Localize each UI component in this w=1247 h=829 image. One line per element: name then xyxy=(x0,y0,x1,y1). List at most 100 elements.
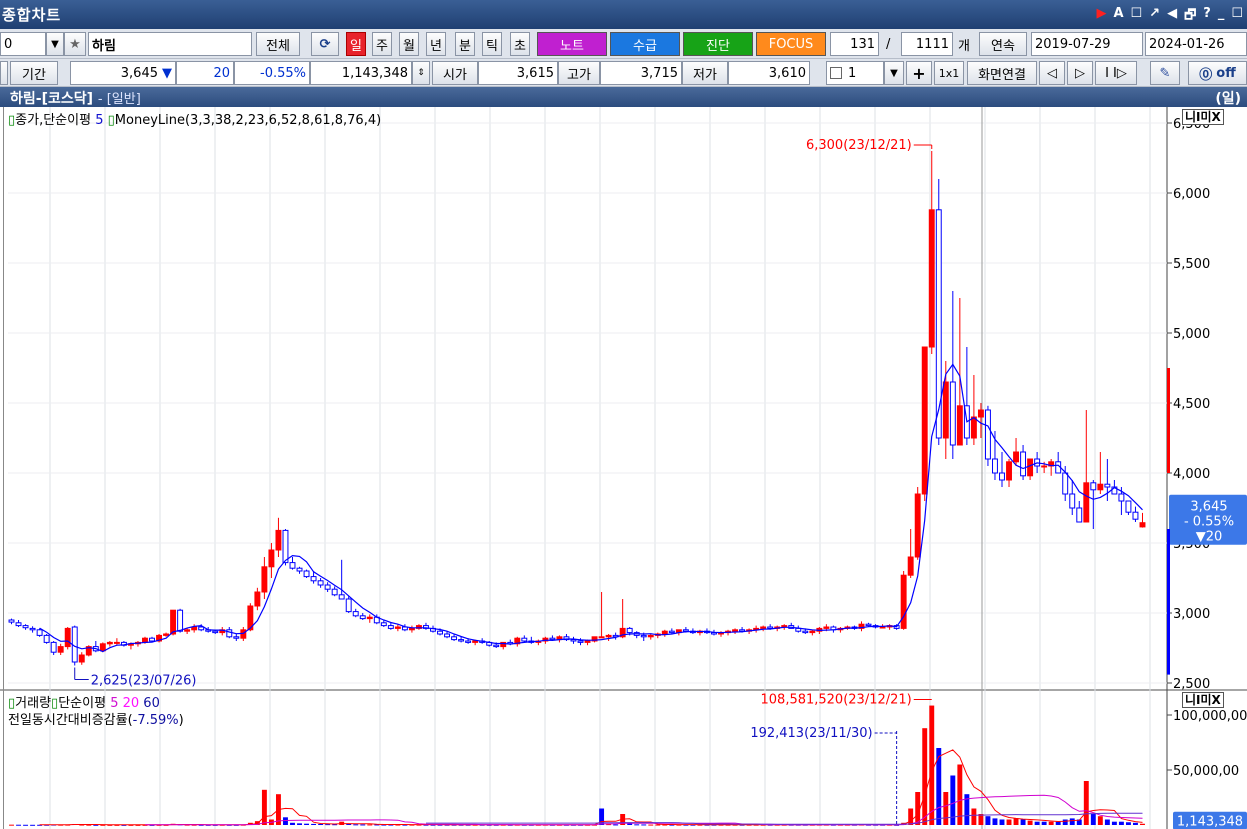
volume-bar xyxy=(908,808,914,825)
spin-icon[interactable]: ⇕ xyxy=(412,61,430,85)
candle-body xyxy=(458,639,465,642)
period-month-button[interactable]: 월 xyxy=(399,32,419,56)
price-tick-label: 4,000 xyxy=(1173,467,1210,482)
candle-body xyxy=(254,591,261,607)
maximize-icon[interactable]: ☐ xyxy=(1231,6,1243,28)
count-current-input[interactable]: 131 xyxy=(830,32,879,56)
volume-bar xyxy=(1069,818,1075,825)
candle-body xyxy=(598,636,605,639)
candle-body xyxy=(22,625,29,629)
high-value: 3,715 xyxy=(600,61,682,85)
note-button[interactable]: 노트 xyxy=(537,32,607,56)
focus-button[interactable]: FOCUS xyxy=(756,32,826,56)
zoom-checkbox[interactable] xyxy=(830,67,842,79)
ratio-button[interactable]: 1x1 xyxy=(934,61,964,85)
font-icon[interactable]: A xyxy=(1113,6,1123,28)
play-icon[interactable]: ▶ xyxy=(1096,6,1106,28)
candle-body xyxy=(549,637,556,641)
refresh-icon[interactable]: ⟳ xyxy=(311,32,339,56)
period-day-button[interactable]: 일 xyxy=(346,32,366,56)
next-button[interactable]: ▷ xyxy=(1067,61,1093,85)
period-second-button[interactable]: 초 xyxy=(510,32,530,56)
date-from-input[interactable]: 2019-07-29 xyxy=(1031,32,1143,56)
candle-body xyxy=(149,637,155,642)
volume-bar xyxy=(929,705,935,825)
count-separator: / xyxy=(886,36,891,52)
candle-body xyxy=(907,556,914,576)
current-price-tag-change: ▼20 xyxy=(1196,530,1223,545)
minimize-icon[interactable]: _ xyxy=(1218,6,1225,28)
code-dropdown-icon[interactable]: ▼ xyxy=(46,32,64,56)
low-price-annotation: 2,625(23/07/26) xyxy=(91,674,197,689)
favorite-star-icon[interactable]: ★ xyxy=(64,32,86,56)
candle-body xyxy=(984,409,991,460)
stock-name-input[interactable]: 하림 xyxy=(88,32,252,56)
panel-stock-name: 하림-[코스닥] xyxy=(10,91,94,107)
volume-change-label: 전일동시간대비증감률( xyxy=(8,713,133,728)
candle-body xyxy=(444,633,451,638)
volume-bar xyxy=(613,824,619,826)
volume-corner-buttons[interactable]: 니Ⅰ미Ⅹ xyxy=(1182,692,1224,708)
window-icon[interactable]: ☐ xyxy=(1131,6,1143,28)
zoom-dropdown-icon[interactable]: ▼ xyxy=(884,61,904,85)
continuous-button[interactable]: 연속 xyxy=(979,32,1027,56)
down-arrow-icon: ▼ xyxy=(162,65,172,81)
candle-body xyxy=(1076,507,1083,523)
candle-body xyxy=(493,644,500,648)
volume-bar xyxy=(922,728,928,825)
volume-bar xyxy=(360,824,366,826)
price-value: 3,645 xyxy=(120,65,158,81)
crosshair-icon[interactable]: + xyxy=(906,61,932,85)
volume-bar xyxy=(318,824,324,826)
all-button[interactable]: 전체 xyxy=(256,32,300,56)
price-corner-buttons[interactable]: 니Ⅰ미Ⅹ xyxy=(1182,109,1224,125)
left-edge-button[interactable] xyxy=(0,61,8,85)
candle-body xyxy=(296,567,303,572)
off-button[interactable]: ⓪ off xyxy=(1188,61,1247,85)
candle-body xyxy=(1027,458,1034,477)
moneyline-legend-label: MoneyLine(3,3,38,2,23,6,52,8,61,8,76,4) xyxy=(114,113,382,128)
period-year-button[interactable]: 년 xyxy=(426,32,446,56)
code-input[interactable]: 0 xyxy=(0,32,46,56)
candle-body xyxy=(331,588,338,596)
candle-body xyxy=(640,634,647,638)
volume-bar xyxy=(943,792,949,825)
volume-bar xyxy=(1140,823,1145,825)
volume-bar xyxy=(30,824,36,826)
legend-marker-icon: ▯ xyxy=(107,113,115,128)
end-button[interactable]: I I▷ xyxy=(1095,61,1137,85)
prev-button[interactable]: ◁ xyxy=(1039,61,1065,85)
zoom-select[interactable]: 1 xyxy=(826,61,884,85)
screen-link-button[interactable]: 화면연결 xyxy=(967,61,1037,85)
period-minute-button[interactable]: 분 xyxy=(455,32,475,56)
chart-canvas[interactable]: 2,5003,0003,5004,0004,5005,0005,5006,000… xyxy=(0,107,1247,829)
candle-body xyxy=(1069,493,1076,509)
help-icon[interactable]: ? xyxy=(1203,6,1211,28)
pen-icon[interactable]: ✎ xyxy=(1150,61,1180,85)
candle-body xyxy=(380,622,387,627)
volume-bar xyxy=(999,819,1005,825)
period-range-button[interactable]: 기간 xyxy=(10,61,58,85)
price-field: 3,645 ▼ xyxy=(70,61,176,85)
back-icon[interactable]: ◀ xyxy=(1167,6,1177,28)
panel-unit: (일) xyxy=(1215,91,1241,107)
restore-icon[interactable]: 🗗 xyxy=(1184,6,1196,28)
date-to-input[interactable]: 2024-01-26 xyxy=(1145,32,1247,56)
high-price-annotation: 6,300(23/12/21) xyxy=(806,138,912,153)
volume-change-legend: 전일동시간대비증감률(-7.59%) xyxy=(8,709,184,728)
candle-body xyxy=(387,625,394,629)
change-value: 20 xyxy=(176,61,234,85)
candle-body xyxy=(823,626,830,629)
supply-button[interactable]: 수급 xyxy=(610,32,680,56)
candle-body xyxy=(310,576,317,582)
volume-bar xyxy=(1006,819,1012,825)
expand-icon[interactable]: ↗ xyxy=(1149,6,1160,28)
current-price-tag-value: 3,645 xyxy=(1190,500,1227,515)
volume-bar xyxy=(367,824,373,826)
count-total-input[interactable]: 1111 xyxy=(901,32,953,56)
volume-bar xyxy=(16,824,21,826)
period-week-button[interactable]: 주 xyxy=(372,32,392,56)
diagnosis-button[interactable]: 진단 xyxy=(683,32,753,56)
volume-tick-label: 50,000,00 xyxy=(1173,764,1239,779)
period-tick-button[interactable]: 틱 xyxy=(482,32,502,56)
